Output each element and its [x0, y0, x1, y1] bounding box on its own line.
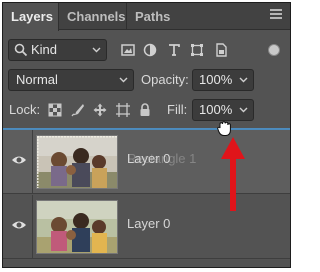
- filter-toggle-icon[interactable]: [268, 44, 280, 56]
- layer-thumbnail: [36, 200, 118, 254]
- filter-kind-dropdown[interactable]: Kind: [8, 39, 107, 61]
- filter-kind-label: Kind: [31, 42, 58, 57]
- eye-visibility-icon[interactable]: [11, 219, 27, 231]
- lock-position-icon[interactable]: [93, 103, 107, 117]
- layer-thumbnail: [36, 135, 118, 189]
- opacity-value: 100%: [199, 72, 233, 87]
- lock-row: Lock: Fill: 100%: [3, 99, 290, 123]
- fill-label: Fill:: [167, 102, 188, 117]
- tab-channels[interactable]: Channels: [59, 3, 127, 30]
- blend-mode-dropdown[interactable]: Normal: [8, 69, 134, 91]
- lock-label: Lock:: [9, 102, 41, 117]
- filter-row: Kind: [3, 39, 290, 63]
- chevron-down-icon: [239, 77, 248, 83]
- lock-image-icon[interactable]: [71, 103, 85, 117]
- opacity-field[interactable]: 100%: [192, 69, 254, 91]
- layer-name[interactable]: Layer 0: [127, 151, 170, 166]
- lock-transparent-icon[interactable]: [48, 103, 62, 117]
- family-photo-thumbnail: [37, 201, 117, 253]
- blend-row: Normal Opacity: 100%: [3, 69, 290, 93]
- fill-value: 100%: [199, 102, 233, 117]
- layer-name[interactable]: Layer 0: [127, 216, 170, 231]
- opacity-label: Opacity:: [141, 72, 189, 87]
- search-icon: [14, 43, 28, 57]
- tab-layers[interactable]: Layers: [3, 3, 59, 31]
- layers-panel: Layers Channels Paths Kind Normal Opacit…: [2, 2, 291, 268]
- lock-all-icon[interactable]: [138, 103, 152, 117]
- chevron-down-icon: [119, 77, 128, 83]
- pixel-filter-icon[interactable]: [120, 42, 136, 58]
- type-filter-icon[interactable]: [166, 42, 182, 58]
- panel-tab-bar: Layers Channels Paths: [3, 3, 290, 31]
- chevron-down-icon: [92, 47, 101, 53]
- panel-menu-icon[interactable]: [270, 9, 282, 19]
- tab-paths[interactable]: Paths: [127, 3, 177, 30]
- grab-hand-cursor-icon: [217, 121, 231, 136]
- lock-artboard-icon[interactable]: [116, 103, 130, 117]
- shape-filter-icon[interactable]: [189, 42, 205, 58]
- visibility-separator: [32, 130, 33, 194]
- chevron-down-icon: [239, 107, 248, 113]
- layer-row-dragging[interactable]: Rectangle 1 Layer 0: [3, 130, 290, 194]
- adjustment-filter-icon[interactable]: [142, 42, 158, 58]
- drag-up-arrow: [221, 137, 245, 211]
- blend-mode-value: Normal: [16, 72, 58, 87]
- layer-row[interactable]: Layer 0: [3, 195, 290, 259]
- eye-visibility-icon[interactable]: [11, 154, 27, 166]
- smart-object-filter-icon[interactable]: [213, 42, 229, 58]
- visibility-separator: [32, 195, 33, 259]
- family-photo-thumbnail: [37, 136, 117, 188]
- fill-field[interactable]: 100%: [192, 99, 254, 121]
